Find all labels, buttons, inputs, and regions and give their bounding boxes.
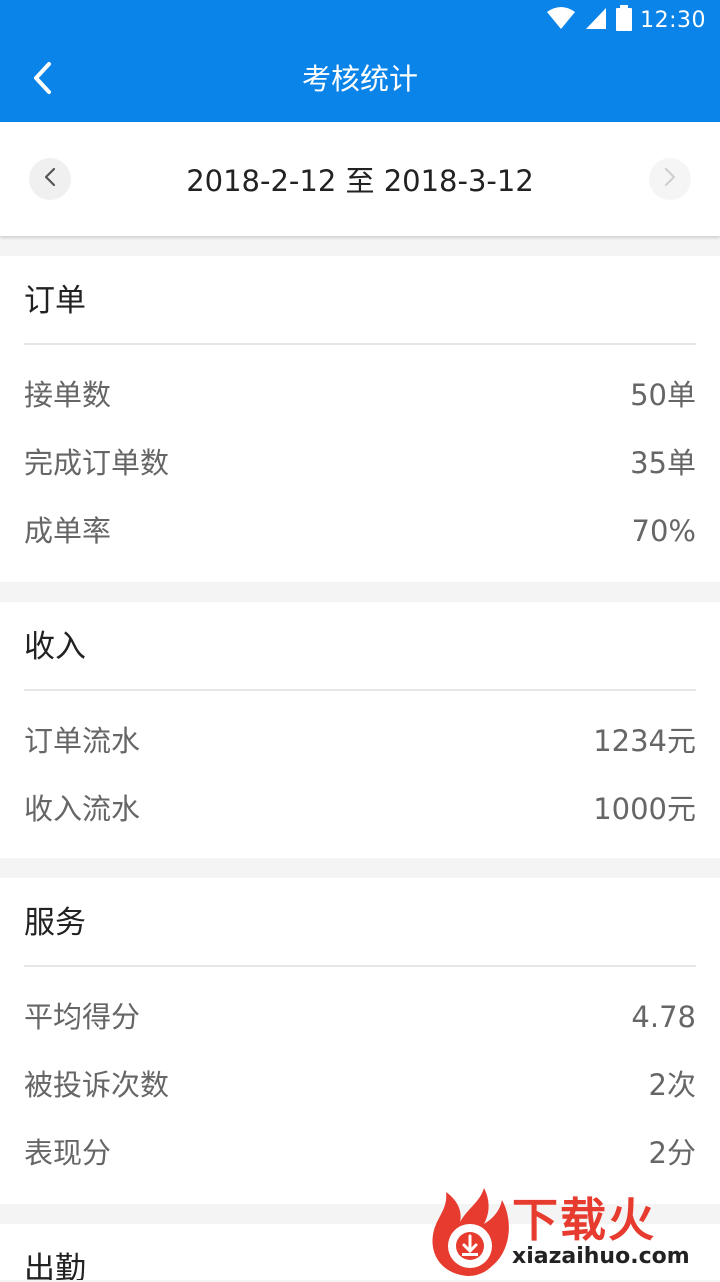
status-bar: 12:30 bbox=[0, 0, 720, 36]
flame-logo-icon bbox=[426, 1186, 512, 1282]
divider bbox=[24, 689, 696, 691]
stat-value: 2分 bbox=[648, 1136, 696, 1170]
battery-icon bbox=[616, 5, 633, 35]
watermark: 下载火 xiazaihuo.com bbox=[420, 1184, 720, 1280]
stat-label: 平均得分 bbox=[24, 1000, 141, 1034]
stat-label: 订单流水 bbox=[24, 724, 141, 758]
stat-value: 1234元 bbox=[593, 724, 696, 758]
stat-value: 50单 bbox=[630, 378, 696, 412]
stat-value: 70% bbox=[631, 514, 696, 548]
stat-row: 收入流水 1000元 bbox=[24, 775, 696, 843]
page-title: 考核统计 bbox=[301, 62, 418, 96]
wifi-icon bbox=[546, 6, 576, 34]
watermark-domain: xiazaihuo.com bbox=[512, 1244, 690, 1269]
stat-label: 接单数 bbox=[24, 378, 112, 412]
stat-value: 35单 bbox=[630, 446, 696, 480]
section-income: 收入 订单流水 1234元 收入流水 1000元 bbox=[0, 602, 720, 858]
stat-row: 订单流水 1234元 bbox=[24, 707, 696, 775]
stat-row: 接单数 50单 bbox=[24, 361, 696, 429]
stat-row: 被投诉次数 2次 bbox=[24, 1051, 696, 1119]
divider bbox=[24, 343, 696, 345]
section-service: 服务 平均得分 4.78 被投诉次数 2次 表现分 2分 bbox=[0, 878, 720, 1204]
section-title: 出勤 bbox=[24, 1251, 86, 1280]
stat-row: 成单率 70% bbox=[24, 497, 696, 565]
stat-row: 表现分 2分 bbox=[24, 1119, 696, 1187]
status-time: 12:30 bbox=[640, 7, 706, 33]
date-range-bar: 2018-2-12 至 2018-3-12 bbox=[0, 122, 720, 236]
app-bar: 考核统计 bbox=[0, 36, 720, 122]
section-title: 收入 bbox=[24, 629, 86, 665]
stat-value: 2次 bbox=[648, 1068, 696, 1102]
section-title: 订单 bbox=[24, 283, 86, 319]
stat-label: 表现分 bbox=[24, 1136, 112, 1170]
stat-row: 平均得分 4.78 bbox=[24, 983, 696, 1051]
signal-icon bbox=[584, 6, 608, 34]
date-range-label: 2018-2-12 至 2018-3-12 bbox=[186, 164, 534, 198]
stat-label: 完成订单数 bbox=[24, 446, 170, 480]
stat-label: 被投诉次数 bbox=[24, 1068, 170, 1102]
section-title: 服务 bbox=[24, 905, 86, 941]
stat-value: 1000元 bbox=[593, 792, 696, 826]
stat-value: 4.78 bbox=[631, 1000, 696, 1034]
stat-label: 收入流水 bbox=[24, 792, 141, 826]
divider bbox=[24, 965, 696, 967]
chevron-right-icon bbox=[664, 167, 676, 191]
stat-row: 完成订单数 35单 bbox=[24, 429, 696, 497]
stat-label: 成单率 bbox=[24, 514, 112, 548]
next-period-button[interactable] bbox=[649, 158, 691, 200]
watermark-brand: 下载火 bbox=[512, 1193, 656, 1247]
section-orders: 订单 接单数 50单 完成订单数 35单 成单率 70% bbox=[0, 256, 720, 582]
